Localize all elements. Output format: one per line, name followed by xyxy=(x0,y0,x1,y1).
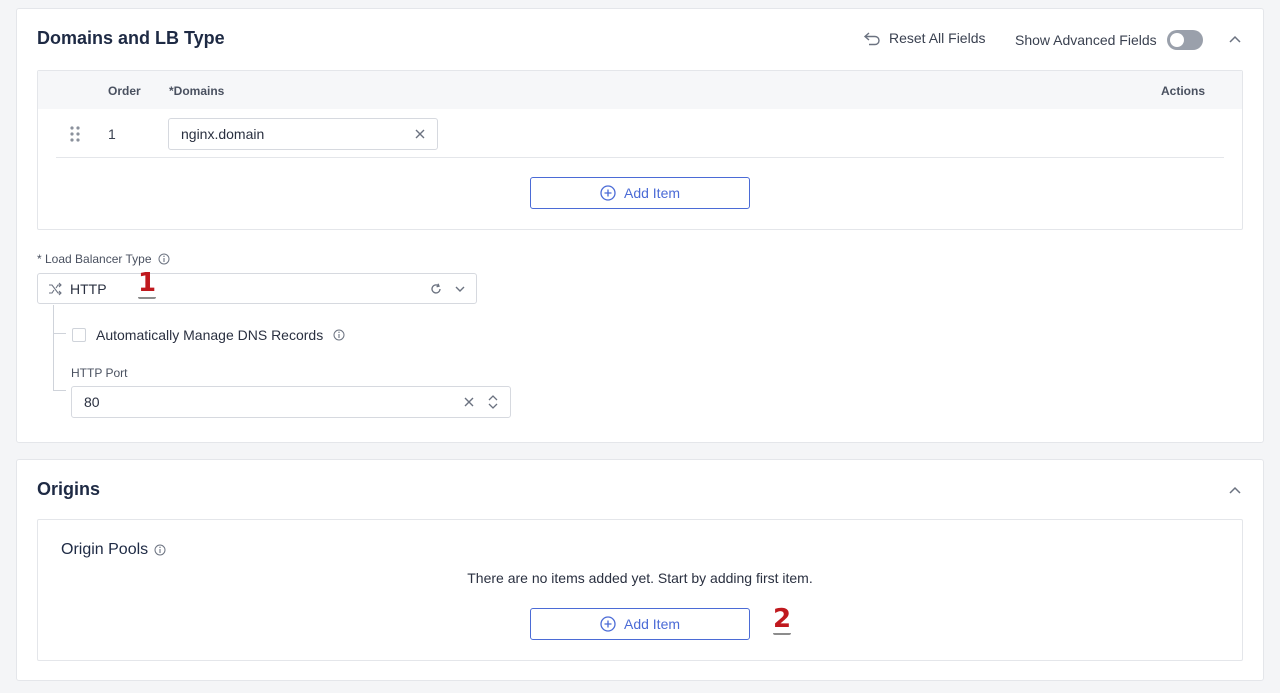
clear-icon[interactable] xyxy=(415,129,425,139)
advanced-fields-control: Show Advanced Fields xyxy=(1015,30,1203,50)
http-port-input[interactable]: 80 xyxy=(71,386,511,418)
dns-records-checkbox[interactable] xyxy=(72,328,86,342)
decrement-icon[interactable] xyxy=(488,403,498,410)
lb-type-label-text: * Load Balancer Type xyxy=(37,252,152,266)
http-port-label: HTTP Port xyxy=(71,366,128,380)
column-actions: Actions xyxy=(1161,84,1206,98)
domains-table: Order *Domains Actions 1 nginx.domain Ad… xyxy=(37,70,1243,230)
reset-label: Reset All Fields xyxy=(889,30,986,46)
lb-type-value: HTTP xyxy=(70,280,107,297)
increment-icon[interactable] xyxy=(488,394,498,401)
refresh-icon[interactable] xyxy=(430,283,442,295)
domain-input[interactable]: nginx.domain xyxy=(168,118,438,150)
collapse-button[interactable] xyxy=(1227,483,1243,499)
shuffle-icon xyxy=(49,282,62,295)
origin-pools-label: Origin Pools xyxy=(61,541,149,558)
table-row: 1 nginx.domain xyxy=(56,109,1224,158)
table-header: Order *Domains Actions xyxy=(38,71,1242,109)
lb-type-label: * Load Balancer Type xyxy=(37,252,170,266)
info-icon[interactable] xyxy=(154,544,166,556)
origins-card: Origins Origin Pools There are no items … xyxy=(16,459,1264,681)
plus-circle-icon xyxy=(600,616,616,632)
section-title: Origins xyxy=(37,479,101,499)
clear-icon[interactable] xyxy=(464,397,474,407)
annotation-marker-2: 2 xyxy=(773,604,792,635)
dns-records-label: Automatically Manage DNS Records xyxy=(96,327,324,343)
plus-circle-icon xyxy=(600,185,616,201)
advanced-fields-label: Show Advanced Fields xyxy=(1015,32,1157,48)
column-domains: *Domains xyxy=(169,84,225,98)
advanced-fields-toggle[interactable] xyxy=(1166,30,1203,50)
empty-state-message: There are no items added yet. Start by a… xyxy=(467,570,813,586)
chevron-up-icon xyxy=(1229,486,1241,494)
http-port-value: 80 xyxy=(84,394,100,410)
origin-pools-title: Origin Pools xyxy=(61,541,166,559)
row-order: 1 xyxy=(108,126,116,142)
lb-type-select[interactable]: HTTP xyxy=(37,273,477,304)
add-domain-button[interactable]: Add Item xyxy=(530,177,750,209)
annotation-marker-1: 1 xyxy=(138,268,157,299)
domain-value: nginx.domain xyxy=(181,126,265,142)
drag-handle-icon[interactable] xyxy=(70,126,80,142)
reset-icon xyxy=(863,32,880,46)
dns-records-option: Automatically Manage DNS Records xyxy=(72,327,345,343)
origin-pools-box: Origin Pools There are no items added ye… xyxy=(37,519,1243,661)
add-origin-pool-button[interactable]: Add Item xyxy=(530,608,750,640)
add-item-label: Add Item xyxy=(623,185,681,201)
domains-lb-card: Domains and LB Type Reset All Fields Sho… xyxy=(16,8,1264,443)
info-icon[interactable] xyxy=(333,329,345,341)
tree-connector xyxy=(53,305,69,391)
chevron-down-icon[interactable] xyxy=(454,283,466,295)
section-title: Domains and LB Type xyxy=(37,28,225,48)
chevron-up-icon xyxy=(1229,35,1241,43)
add-item-label: Add Item xyxy=(623,616,681,632)
column-order: Order xyxy=(108,84,141,98)
collapse-button[interactable] xyxy=(1227,32,1243,48)
port-stepper[interactable] xyxy=(488,394,498,410)
info-icon[interactable] xyxy=(158,253,170,265)
reset-all-fields-button[interactable]: Reset All Fields xyxy=(863,30,985,46)
